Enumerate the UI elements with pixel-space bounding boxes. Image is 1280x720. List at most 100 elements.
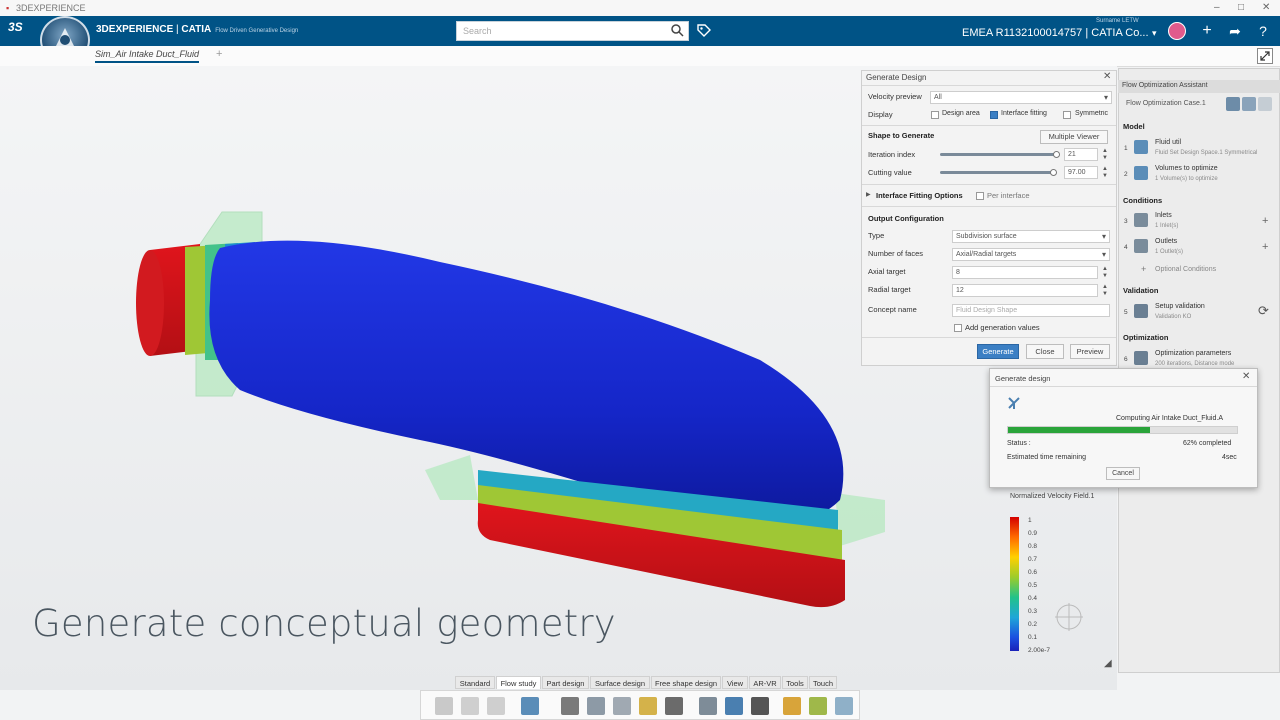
add-tab-button[interactable]: + bbox=[216, 48, 222, 60]
preview-button[interactable]: Preview bbox=[1070, 344, 1110, 359]
optimization-parameters-icon[interactable] bbox=[1134, 351, 1148, 365]
copy-icon[interactable] bbox=[461, 697, 479, 715]
spin-up-icon[interactable]: ▲ ▼ bbox=[1102, 166, 1108, 180]
divider bbox=[862, 206, 1116, 207]
tab-ar-vr[interactable]: AR-VR bbox=[749, 676, 781, 689]
fluid-tool-icon[interactable] bbox=[699, 697, 717, 715]
setup-validation-label[interactable]: Setup validation bbox=[1155, 303, 1205, 310]
iteration-slider-handle[interactable] bbox=[1053, 151, 1060, 158]
case-settings-icon[interactable] bbox=[1226, 97, 1240, 111]
resize-grip-icon[interactable]: ◢ bbox=[1104, 658, 1112, 669]
export-icon[interactable] bbox=[783, 697, 801, 715]
radial-target-field[interactable]: 12 bbox=[952, 284, 1098, 297]
ds-logo-icon[interactable]: 3S bbox=[8, 20, 32, 42]
tab-free-shape-design[interactable]: Free shape design bbox=[651, 676, 721, 689]
sphere-tool-icon[interactable] bbox=[751, 697, 769, 715]
minimize-icon[interactable]: – bbox=[1214, 0, 1220, 16]
help-icon[interactable]: ? bbox=[1254, 22, 1272, 40]
results-icon[interactable] bbox=[835, 697, 853, 715]
interface-fitting-checkbox[interactable] bbox=[990, 111, 998, 119]
compass-tool-icon[interactable] bbox=[613, 697, 631, 715]
inlets-label[interactable]: Inlets bbox=[1155, 212, 1172, 219]
close-icon[interactable]: ✕ bbox=[1242, 371, 1250, 382]
assistant-title: Flow Optimization Assistant bbox=[1122, 82, 1208, 89]
add-icon[interactable]: + bbox=[1198, 22, 1216, 40]
tab-touch[interactable]: Touch bbox=[809, 676, 837, 689]
concept-name-label: Concept name bbox=[868, 305, 917, 314]
type-select[interactable]: Subdivision surface bbox=[952, 230, 1110, 243]
optimization-parameters-label[interactable]: Optimization parameters bbox=[1155, 350, 1231, 357]
cut-icon[interactable] bbox=[435, 697, 453, 715]
compass-axis-icon[interactable] bbox=[1052, 600, 1086, 634]
chevron-down-icon[interactable]: ▾ bbox=[1152, 28, 1157, 39]
info-icon[interactable] bbox=[665, 697, 683, 715]
add-inlet-icon[interactable]: + bbox=[1262, 215, 1268, 227]
maximize-icon[interactable]: □ bbox=[1238, 0, 1244, 16]
zoom-icon[interactable] bbox=[561, 697, 579, 715]
inlet-tool-icon[interactable] bbox=[725, 697, 743, 715]
close-button[interactable]: Close bbox=[1026, 344, 1064, 359]
undo-icon[interactable] bbox=[521, 697, 539, 715]
case-manage-icon[interactable] bbox=[1242, 97, 1256, 111]
design-area-checkbox[interactable] bbox=[931, 111, 939, 119]
material-icon[interactable] bbox=[639, 697, 657, 715]
spin-up-icon[interactable]: ▲ ▼ bbox=[1102, 266, 1108, 280]
search-input[interactable]: Search bbox=[456, 21, 689, 41]
tab-part-design[interactable]: Part design bbox=[542, 676, 589, 689]
spin-up-icon[interactable]: ▲ ▼ bbox=[1102, 284, 1108, 298]
cutting-slider[interactable] bbox=[940, 171, 1056, 174]
legend-title: Normalized Velocity Field.1 bbox=[1010, 493, 1095, 500]
tenant-selector[interactable]: EMEA R1132100014757 | CATIA Co... bbox=[962, 27, 1149, 39]
tab-standard[interactable]: Standard bbox=[455, 676, 495, 689]
symmetric-checkbox[interactable] bbox=[1063, 111, 1071, 119]
inlets-icon[interactable] bbox=[1134, 213, 1148, 227]
tab-view[interactable]: View bbox=[722, 676, 748, 689]
legend-tick: 0.2 bbox=[1028, 621, 1038, 628]
paste-icon[interactable] bbox=[487, 697, 505, 715]
generate-button[interactable]: Generate bbox=[977, 344, 1019, 359]
add-outlet-icon[interactable]: + bbox=[1262, 241, 1268, 253]
spin-up-icon[interactable]: ▲ ▼ bbox=[1102, 148, 1108, 162]
concept-name-field[interactable]: Fluid Design Shape bbox=[952, 304, 1110, 317]
fluid-util-label[interactable]: Fluid util bbox=[1155, 139, 1181, 146]
optional-conditions[interactable]: Optional Conditions bbox=[1155, 266, 1216, 273]
inlets-sub: 1 Inlet(s) bbox=[1155, 223, 1179, 229]
report-icon[interactable] bbox=[809, 697, 827, 715]
panel-title: Generate Design bbox=[866, 73, 927, 82]
velocity-preview-select[interactable]: All bbox=[930, 91, 1112, 104]
per-interface-checkbox[interactable] bbox=[976, 192, 984, 200]
outlets-label[interactable]: Outlets bbox=[1155, 238, 1177, 245]
video-caption: Generate conceptual geometry bbox=[32, 602, 616, 645]
cancel-button[interactable]: Cancel bbox=[1106, 467, 1140, 480]
expand-icon[interactable] bbox=[1257, 48, 1273, 64]
axial-target-field[interactable]: 8 bbox=[952, 266, 1098, 279]
expand-arrow-icon[interactable]: ▶ bbox=[866, 191, 871, 198]
refresh-icon[interactable]: ⟳ bbox=[1258, 303, 1269, 319]
tab-tools[interactable]: Tools bbox=[782, 676, 808, 689]
search-icon[interactable] bbox=[670, 23, 684, 37]
volumes-icon[interactable] bbox=[1134, 166, 1148, 180]
tab-surface-design[interactable]: Surface design bbox=[590, 676, 650, 689]
interface-fitting-options-header[interactable]: Interface Fitting Options bbox=[876, 191, 963, 200]
tab-sim-air-intake[interactable]: Sim_Air Intake Duct_Fluid bbox=[95, 49, 200, 63]
add-optional-icon[interactable]: + bbox=[1141, 264, 1146, 274]
case-list-icon[interactable] bbox=[1258, 97, 1272, 111]
iteration-slider[interactable] bbox=[940, 153, 1056, 156]
tag-icon[interactable] bbox=[696, 23, 712, 39]
measure-icon[interactable] bbox=[587, 697, 605, 715]
number-of-faces-select[interactable]: Axial/Radial targets bbox=[952, 248, 1110, 261]
outlets-icon[interactable] bbox=[1134, 239, 1148, 253]
setup-validation-icon[interactable] bbox=[1134, 304, 1148, 318]
share-icon[interactable]: ➦ bbox=[1226, 22, 1244, 40]
volumes-label[interactable]: Volumes to optimize bbox=[1155, 165, 1218, 172]
cutting-slider-handle[interactable] bbox=[1050, 169, 1057, 176]
multiple-viewer-button[interactable]: Multiple Viewer bbox=[1040, 130, 1108, 144]
fluid-util-icon[interactable] bbox=[1134, 140, 1148, 154]
add-generation-values-checkbox[interactable] bbox=[954, 324, 962, 332]
tab-flow-study[interactable]: Flow study bbox=[496, 676, 541, 689]
close-window-icon[interactable]: ✕ bbox=[1262, 0, 1270, 16]
close-icon[interactable]: ✕ bbox=[1103, 71, 1111, 82]
avatar[interactable] bbox=[1168, 22, 1186, 40]
cutting-value-field[interactable]: 97.00 bbox=[1064, 166, 1098, 179]
iteration-index-field[interactable]: 21 bbox=[1064, 148, 1098, 161]
